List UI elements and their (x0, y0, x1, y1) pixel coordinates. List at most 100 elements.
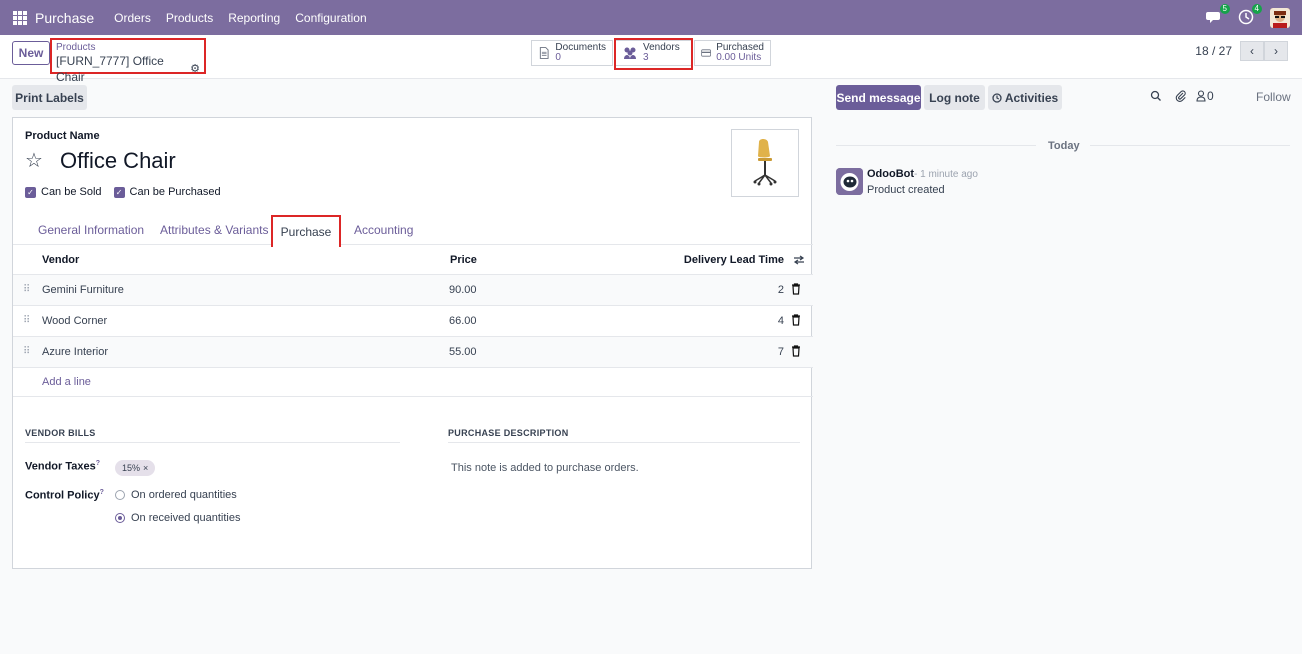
breadcrumb-products-link[interactable]: Products (56, 42, 200, 53)
message-author[interactable]: OdooBot (867, 168, 914, 180)
vendor-pricelist-table: Vendor Price Delivery Lead Time ⠿ Gemini… (13, 245, 813, 397)
pager-next-button[interactable]: › (1264, 41, 1288, 61)
column-vendor[interactable]: Vendor (42, 254, 79, 266)
help-tooltip-icon[interactable]: ? (96, 460, 100, 467)
send-message-button[interactable]: Send message (836, 85, 921, 110)
purchased-smart-button[interactable]: Purchased 0.00 Units (694, 40, 771, 66)
radio-ordered-label: On ordered quantities (131, 489, 237, 501)
purchase-description-field[interactable]: This note is added to purchase orders. (451, 462, 639, 474)
control-panel: New Products [FURN_7777] Office Chair ⚙ … (0, 35, 1302, 84)
documents-label: Documents (555, 42, 606, 53)
vendor-cell[interactable]: Wood Corner (42, 315, 107, 327)
message-timestamp: - 1 minute ago (914, 169, 978, 180)
can-be-purchased-checkbox[interactable]: ✓ (113, 186, 125, 198)
activities-clock-icon[interactable]: 4 (1238, 3, 1262, 27)
form-tabs: General Information Attributes & Variant… (13, 215, 813, 247)
menu-configuration[interactable]: Configuration (295, 11, 366, 25)
trash-icon[interactable] (791, 283, 801, 295)
breadcrumb: Products [FURN_7777] Office Chair ⚙ (50, 38, 206, 84)
can-be-sold-checkbox[interactable]: ✓ (25, 186, 36, 198)
trash-icon[interactable] (791, 345, 801, 357)
control-policy-label-text: Control Policy (25, 489, 100, 502)
remove-tag-icon[interactable]: × (143, 463, 148, 473)
lead-time-cell[interactable]: 2 (778, 284, 784, 296)
user-avatar[interactable] (1270, 7, 1290, 28)
product-name-field[interactable]: Office Chair (60, 148, 176, 174)
tab-accounting[interactable]: Accounting (354, 223, 413, 237)
control-policy-label: Control Policy? (25, 489, 104, 502)
vendor-tax-tag: 15% × (115, 460, 156, 476)
radio-received-label: On received quantities (131, 512, 241, 524)
radio-received-quantities[interactable] (115, 513, 125, 523)
pager-previous-button[interactable]: ‹ (1240, 41, 1264, 61)
paperclip-icon[interactable] (1175, 90, 1187, 102)
radio-ordered-quantities[interactable] (115, 490, 125, 500)
menu-products[interactable]: Products (166, 11, 213, 25)
table-row[interactable]: ⠿ Wood Corner 66.00 4 (13, 306, 813, 337)
vendors-highlight (614, 38, 693, 70)
add-line-link[interactable]: Add a line (42, 376, 91, 388)
vendor-taxes-label-text: Vendor Taxes (25, 460, 96, 473)
activities-button[interactable]: Activities (988, 85, 1062, 110)
column-delivery-lead-time[interactable]: Delivery Lead Time (684, 254, 784, 266)
price-cell[interactable]: 55.00 (449, 346, 477, 358)
documents-count: 0 (555, 52, 561, 63)
menu-reporting[interactable]: Reporting (228, 11, 280, 25)
purchase-description-section-title: PURCHASE DESCRIPTION (448, 428, 800, 443)
followers-count[interactable]: 0 (1207, 89, 1214, 103)
price-cell[interactable]: 90.00 (449, 284, 477, 296)
table-header: Vendor Price Delivery Lead Time (13, 245, 813, 275)
drag-handle-icon[interactable]: ⠿ (23, 315, 30, 326)
lead-time-cell[interactable]: 7 (778, 346, 784, 358)
vendor-cell[interactable]: Gemini Furniture (42, 284, 124, 296)
column-price[interactable]: Price (450, 254, 477, 266)
activities-count-badge: 4 (1251, 3, 1262, 14)
documents-smart-button[interactable]: Documents 0 (531, 40, 613, 66)
search-icon[interactable] (1150, 90, 1162, 102)
message-body: Product created (867, 184, 945, 196)
document-icon (539, 47, 549, 59)
vendor-cell[interactable]: Azure Interior (42, 346, 108, 358)
pager-value[interactable]: 18 / 27 (1195, 44, 1232, 58)
lead-time-cell[interactable]: 4 (778, 315, 784, 327)
drag-handle-icon[interactable]: ⠿ (23, 284, 30, 295)
gear-icon[interactable]: ⚙ (190, 61, 200, 77)
help-tooltip-icon[interactable]: ? (100, 489, 104, 496)
date-separator-line-right (1090, 145, 1290, 146)
control-policy-ordered-option[interactable]: On ordered quantities (115, 489, 237, 501)
chevron-right-icon: › (1274, 44, 1278, 58)
tab-purchase[interactable]: Purchase (271, 215, 341, 247)
trash-icon[interactable] (791, 314, 801, 326)
print-labels-button[interactable]: Print Labels (12, 85, 87, 110)
purchased-quantity: 0.00 Units (716, 52, 762, 63)
tab-attributes-variants[interactable]: Attributes & Variants (160, 223, 269, 237)
breadcrumb-current-record: [FURN_7777] Office Chair (56, 54, 164, 84)
tab-general-information[interactable]: General Information (38, 223, 144, 237)
clock-icon (992, 92, 1002, 103)
apps-menu-icon[interactable] (13, 10, 27, 25)
star-favorite-icon[interactable]: ☆ (25, 148, 43, 173)
app-name[interactable]: Purchase (35, 10, 94, 26)
followers-person-icon[interactable] (1196, 90, 1206, 102)
menu-orders[interactable]: Orders (114, 11, 151, 25)
vendor-bills-section-title: VENDOR BILLS (25, 428, 400, 443)
table-row[interactable]: ⠿ Gemini Furniture 90.00 2 (13, 275, 813, 306)
price-cell[interactable]: 66.00 (449, 315, 477, 327)
messages-icon[interactable]: 5 (1206, 3, 1230, 27)
messages-count-badge: 5 (1219, 3, 1230, 14)
date-separator: Today (1048, 140, 1080, 152)
control-policy-received-option[interactable]: On received quantities (115, 512, 240, 524)
activities-label: Activities (1004, 90, 1059, 105)
product-image[interactable] (731, 129, 799, 197)
drag-handle-icon[interactable]: ⠿ (23, 346, 30, 357)
log-note-button[interactable]: Log note (924, 85, 985, 110)
table-row[interactable]: ⠿ Azure Interior 55.00 7 (13, 337, 813, 368)
optional-columns-icon[interactable] (793, 255, 805, 265)
top-navbar: Purchase Orders Products Reporting Confi… (0, 0, 1302, 35)
chatter-tools: 0 (1150, 89, 1214, 103)
office-chair-icon (753, 139, 777, 186)
date-separator-line-left (836, 145, 1036, 146)
new-button[interactable]: New (12, 41, 50, 65)
odoobot-avatar[interactable] (836, 168, 863, 195)
follow-button[interactable]: Follow (1256, 90, 1291, 104)
